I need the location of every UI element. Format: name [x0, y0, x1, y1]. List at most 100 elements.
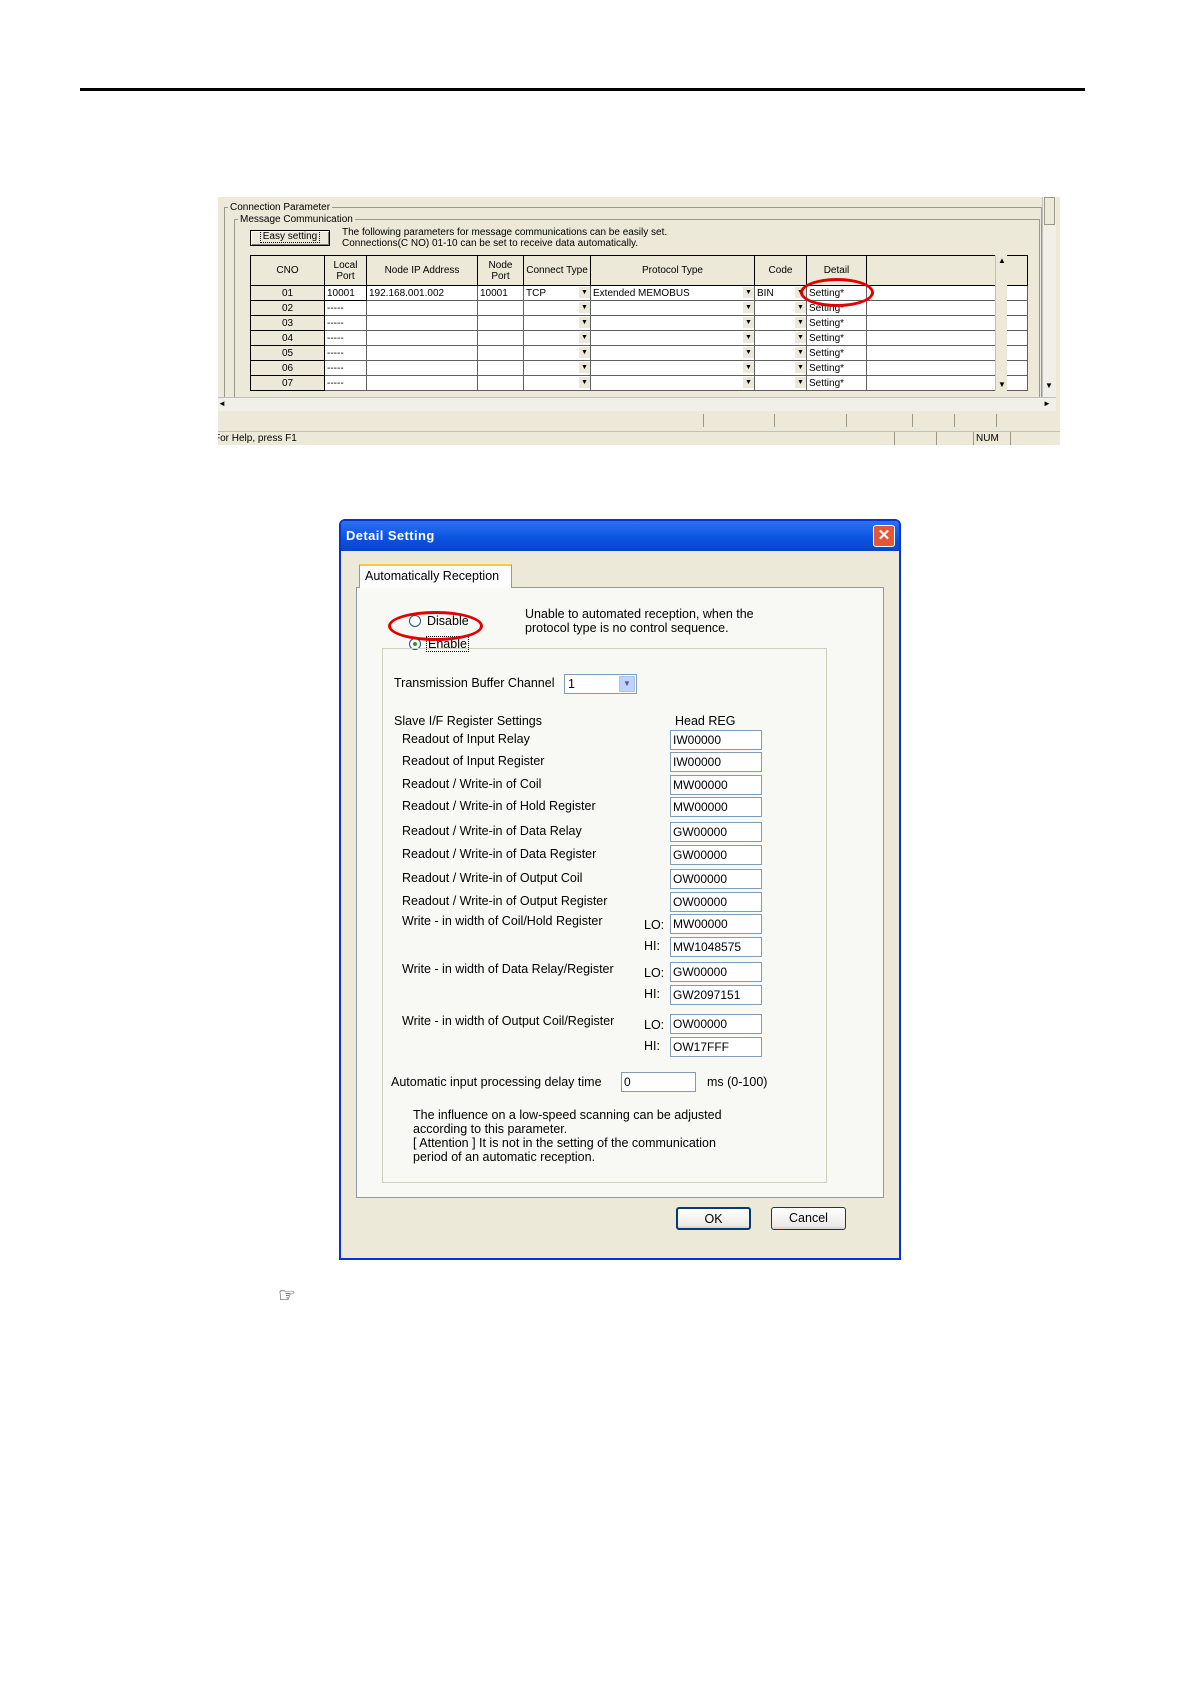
- table-row[interactable]: 05 ----- ▼ ▼ ▼ Setting*: [250, 345, 1028, 361]
- cell-code[interactable]: BIN ▼: [754, 285, 807, 301]
- dropdown-arrow-icon[interactable]: ▼: [579, 287, 590, 298]
- table-row[interactable]: 02 ----- ▼ ▼ ▼ Setting*: [250, 300, 1028, 316]
- write-width-lo-input[interactable]: MW00000: [670, 914, 762, 934]
- cell-connect-type[interactable]: ▼: [523, 315, 591, 331]
- cell-protocol-type[interactable]: ▼: [590, 315, 755, 331]
- cell-connect-type[interactable]: ▼: [523, 375, 591, 391]
- write-width-hi-input[interactable]: GW2097151: [670, 985, 762, 1005]
- scroll-thumb[interactable]: [1044, 197, 1055, 225]
- dropdown-arrow-icon[interactable]: ▼: [579, 332, 590, 343]
- column-header-connect-type[interactable]: Connect Type: [523, 255, 591, 286]
- cell-protocol-type[interactable]: ▼: [590, 375, 755, 391]
- cell-protocol-type[interactable]: ▼: [590, 300, 755, 316]
- cancel-button[interactable]: Cancel: [771, 1207, 846, 1230]
- column-header-node-ip[interactable]: Node IP Address: [366, 255, 478, 286]
- cell-protocol-type[interactable]: ▼: [590, 330, 755, 346]
- cell-detail[interactable]: Setting*: [806, 330, 867, 346]
- column-header-cno[interactable]: CNO: [250, 255, 325, 286]
- close-icon[interactable]: ✕: [873, 525, 895, 547]
- cell-ip[interactable]: [366, 315, 478, 331]
- dropdown-arrow-icon[interactable]: ▼: [743, 377, 754, 388]
- tab-automatically-reception[interactable]: Automatically Reception: [359, 564, 512, 588]
- dropdown-arrow-icon[interactable]: ▼: [743, 332, 754, 343]
- dropdown-arrow-icon[interactable]: ▼: [743, 287, 754, 298]
- column-header-code[interactable]: Code: [754, 255, 807, 286]
- write-width-lo-input[interactable]: GW00000: [670, 962, 762, 982]
- cell-code[interactable]: ▼: [754, 375, 807, 391]
- register-head-input[interactable]: OW00000: [670, 892, 762, 912]
- scroll-right-icon[interactable]: ►: [1043, 399, 1051, 408]
- cell-ip[interactable]: [366, 360, 478, 376]
- cell-ip[interactable]: [366, 345, 478, 361]
- register-head-input[interactable]: MW00000: [670, 797, 762, 817]
- write-width-hi-input[interactable]: MW1048575: [670, 937, 762, 957]
- register-head-input[interactable]: IW00000: [670, 752, 762, 772]
- cell-detail[interactable]: Setting*: [806, 375, 867, 391]
- cell-local-port[interactable]: -----: [324, 345, 367, 361]
- cell-code[interactable]: ▼: [754, 330, 807, 346]
- cell-protocol-type[interactable]: Extended MEMOBUS ▼: [590, 285, 755, 301]
- column-header-node-port[interactable]: Node Port: [477, 255, 524, 286]
- transmission-buffer-select[interactable]: 1 ▼: [564, 674, 637, 694]
- cell-connect-type[interactable]: ▼: [523, 345, 591, 361]
- dropdown-arrow-icon[interactable]: ▼: [743, 317, 754, 328]
- cell-code[interactable]: ▼: [754, 300, 807, 316]
- cell-connect-type[interactable]: ▼: [523, 360, 591, 376]
- cell-code[interactable]: ▼: [754, 315, 807, 331]
- dropdown-arrow-icon[interactable]: ▼: [743, 302, 754, 313]
- dropdown-arrow-icon[interactable]: ▼: [743, 362, 754, 373]
- chevron-down-icon[interactable]: ▼: [619, 676, 635, 692]
- cell-ip[interactable]: [366, 300, 478, 316]
- cell-node-port[interactable]: [477, 360, 524, 376]
- cell-detail[interactable]: Setting*: [806, 315, 867, 331]
- table-row[interactable]: 01 10001 192.168.001.002 10001 TCP ▼ Extended …: [250, 285, 1028, 301]
- dropdown-arrow-icon[interactable]: ▼: [795, 317, 806, 328]
- horizontal-scrollbar[interactable]: ◄ ►: [218, 397, 1056, 411]
- cell-local-port[interactable]: -----: [324, 330, 367, 346]
- cell-local-port[interactable]: -----: [324, 375, 367, 391]
- cell-node-port[interactable]: [477, 300, 524, 316]
- scroll-up-icon[interactable]: ▲: [996, 255, 1008, 267]
- register-head-input[interactable]: OW00000: [670, 869, 762, 889]
- cell-local-port[interactable]: -----: [324, 300, 367, 316]
- column-header-local-port[interactable]: Local Port: [324, 255, 367, 286]
- dropdown-arrow-icon[interactable]: ▼: [795, 302, 806, 313]
- cell-local-port[interactable]: 10001: [324, 285, 367, 301]
- dropdown-arrow-icon[interactable]: ▼: [795, 362, 806, 373]
- dropdown-arrow-icon[interactable]: ▼: [579, 377, 590, 388]
- window-vertical-scrollbar[interactable]: ▼: [1042, 197, 1056, 397]
- cell-connect-type[interactable]: ▼: [523, 330, 591, 346]
- cell-ip[interactable]: [366, 375, 478, 391]
- cell-code[interactable]: ▼: [754, 360, 807, 376]
- dropdown-arrow-icon[interactable]: ▼: [579, 362, 590, 373]
- register-head-input[interactable]: IW00000: [670, 730, 762, 750]
- dropdown-arrow-icon[interactable]: ▼: [579, 317, 590, 328]
- dropdown-arrow-icon[interactable]: ▼: [743, 347, 754, 358]
- table-row[interactable]: 07 ----- ▼ ▼ ▼ Setting*: [250, 375, 1028, 391]
- cell-local-port[interactable]: -----: [324, 360, 367, 376]
- dialog-title-bar[interactable]: Detail Setting ✕: [341, 521, 899, 551]
- scroll-left-icon[interactable]: ◄: [218, 399, 226, 408]
- window-scroll-down-icon[interactable]: ▼: [1043, 381, 1055, 390]
- easy-setting-button[interactable]: Easy setting: [250, 230, 330, 246]
- table-row[interactable]: 06 ----- ▼ ▼ ▼ Setting*: [250, 360, 1028, 376]
- dropdown-arrow-icon[interactable]: ▼: [579, 347, 590, 358]
- cell-node-port[interactable]: [477, 315, 524, 331]
- table-vertical-scrollbar[interactable]: ▲ ▼: [995, 255, 1007, 391]
- table-row[interactable]: 04 ----- ▼ ▼ ▼ Setting*: [250, 330, 1028, 346]
- table-row[interactable]: 03 ----- ▼ ▼ ▼ Setting*: [250, 315, 1028, 331]
- cell-local-port[interactable]: -----: [324, 315, 367, 331]
- write-width-hi-input[interactable]: OW17FFF: [670, 1037, 762, 1057]
- cell-ip[interactable]: 192.168.001.002: [366, 285, 478, 301]
- cell-node-port[interactable]: [477, 330, 524, 346]
- cell-node-port[interactable]: [477, 375, 524, 391]
- cell-node-port[interactable]: 10001: [477, 285, 524, 301]
- cell-code[interactable]: ▼: [754, 345, 807, 361]
- cell-protocol-type[interactable]: ▼: [590, 345, 755, 361]
- dropdown-arrow-icon[interactable]: ▼: [579, 302, 590, 313]
- delay-time-input[interactable]: 0: [621, 1072, 696, 1092]
- register-head-input[interactable]: MW00000: [670, 775, 762, 795]
- dropdown-arrow-icon[interactable]: ▼: [795, 377, 806, 388]
- write-width-lo-input[interactable]: OW00000: [670, 1014, 762, 1034]
- cell-ip[interactable]: [366, 330, 478, 346]
